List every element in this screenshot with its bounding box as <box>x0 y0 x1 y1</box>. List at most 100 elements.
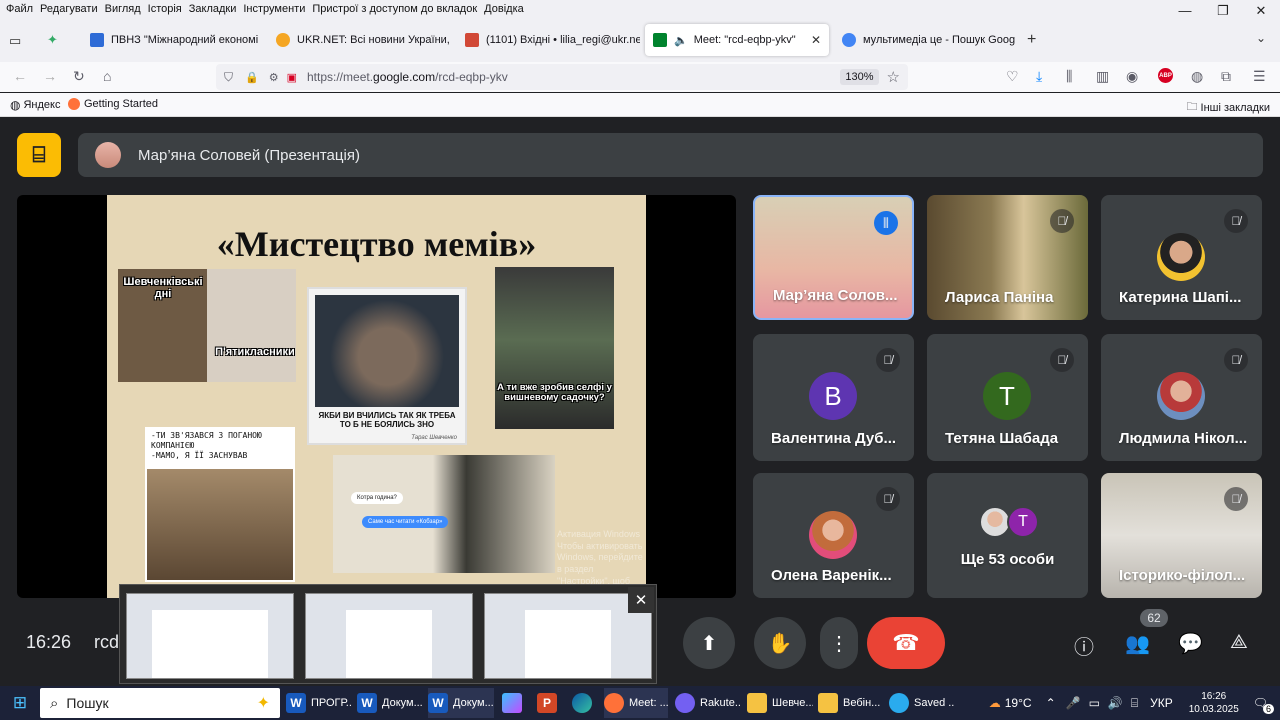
bookmark-yandex[interactable]: ◍ Яндекс <box>10 98 60 112</box>
participant-name: Валентина Дуб... <box>771 430 897 447</box>
firefox-icon <box>68 98 80 110</box>
network-icon[interactable]: ⌸ <box>1131 696 1138 711</box>
chevron-down-icon[interactable]: ⌄ <box>1256 31 1266 45</box>
more-options-button[interactable]: ⋮ <box>820 617 858 669</box>
taskbar-app-edge[interactable] <box>572 688 594 718</box>
mic-off-icon[interactable]: 🎙̸ <box>876 487 900 511</box>
window-preview[interactable] <box>305 593 473 679</box>
menu-history[interactable]: Історія <box>147 3 183 15</box>
battery-icon[interactable]: ▭ <box>1089 696 1100 710</box>
camera-sharing-icon[interactable]: ▣ <box>287 71 297 84</box>
language-indicator[interactable]: УКР <box>1150 696 1173 710</box>
permissions-icon[interactable]: ⚙ <box>269 71 279 84</box>
audio-playing-icon[interactable]: 🔈 <box>674 34 688 47</box>
tab-mail[interactable]: (1101) Вхідні • lilia_regi@ukr.ne ✕ <box>457 24 640 56</box>
meme-caption: -ТИ ЗВ'ЯЗАВСЯ З ПОГАНОЮ КОМПАНІЄЮ -МАМО,… <box>151 431 262 460</box>
window-preview[interactable] <box>484 593 652 679</box>
taskbar-app-firefox[interactable]: Meet: ... <box>604 688 668 718</box>
weather-temp[interactable]: 19°C <box>1005 696 1032 710</box>
download-icon[interactable]: ⤓ <box>1036 68 1042 85</box>
url-bar[interactable]: ⛉ 🔒 ⚙ ▣ https://meet.google.com/rcd-eqbp… <box>216 64 908 90</box>
zoom-level[interactable]: 130% <box>840 69 879 85</box>
participant-tile[interactable]: 🎙̸ Катерина Шапі... <box>1101 195 1262 320</box>
shield-icon[interactable]: ⛉ <box>224 70 233 85</box>
reload-icon[interactable]: ↻ <box>73 68 85 85</box>
adblock-icon[interactable]: ABP <box>1158 68 1173 83</box>
chat-icon[interactable]: 💬 <box>1178 631 1203 656</box>
chevron-up-icon[interactable]: ⌃ <box>1046 696 1056 710</box>
menu-synced-tabs[interactable]: Пристрої з доступом до вкладок <box>311 3 478 15</box>
list-all-tabs-icon[interactable]: ▭ <box>9 33 21 49</box>
participant-tile[interactable]: 🎙̸ Людмила Нікол... <box>1101 334 1262 461</box>
taskbar-app-word[interactable]: W ПРОГР... <box>286 688 352 718</box>
mic-off-icon[interactable]: 🎙̸ <box>1050 348 1074 372</box>
mic-off-icon[interactable]: 🎙̸ <box>1224 487 1248 511</box>
menu-bookmarks[interactable]: Закладки <box>188 3 238 15</box>
people-icon[interactable]: 👥 <box>1125 631 1150 656</box>
mic-off-icon[interactable]: 🎙̸ <box>1224 348 1248 372</box>
pinned-tab-icon[interactable]: ✦ <box>47 32 58 48</box>
participant-tile[interactable]: 🎙̸ Історико-філол... <box>1101 473 1262 598</box>
close-tab-icon[interactable]: ✕ <box>805 33 821 47</box>
window-preview[interactable] <box>126 593 294 679</box>
participant-tile-overflow[interactable]: T Ще 53 особи <box>927 473 1088 598</box>
forward-icon[interactable]: → <box>43 68 57 84</box>
taskbar-app-copilot[interactable] <box>502 688 524 718</box>
menu-edit[interactable]: Редагувати <box>39 3 99 15</box>
library-icon[interactable]: ⫼ <box>1066 68 1072 85</box>
volume-icon[interactable]: 🔊 <box>1108 696 1123 710</box>
weather-icon[interactable]: ☁ <box>989 696 1001 710</box>
close-tab-icon[interactable]: ✕ <box>258 33 262 47</box>
taskbar-app-folder[interactable]: Шевче... <box>747 688 813 718</box>
taskbar-app-word[interactable]: W Докум... <box>428 688 494 718</box>
menu-tools[interactable]: Інструменти <box>242 3 306 15</box>
layout-icon[interactable]: ⌸ <box>17 133 61 177</box>
tab-meet[interactable]: 🔈 Meet: "rcd-eqbp-ykv" ✕ <box>645 24 829 56</box>
extensions-icon[interactable]: ⧉ <box>1221 68 1231 85</box>
participant-tile[interactable]: 🎙̸ T Тетяна Шабада <box>927 334 1088 461</box>
hamburger-menu-icon[interactable]: ☰ <box>1253 68 1266 85</box>
tab-pvnz[interactable]: ПВНЗ "Міжнародний економі ✕ <box>82 24 262 56</box>
bookmark-getting-started[interactable]: Getting Started <box>68 98 158 110</box>
participant-tile[interactable]: 🎙̸ Лариса Паніна <box>927 195 1088 320</box>
mic-off-icon[interactable]: 🎙̸ <box>876 348 900 372</box>
star-icon[interactable]: ☆ <box>887 68 900 86</box>
tab-google-search[interactable]: мультимедіа це - Пошук Goog ✕ <box>834 24 1018 56</box>
activities-icon[interactable]: ⟁ <box>1230 631 1248 654</box>
sidebar-icon[interactable]: ▥ <box>1096 68 1109 85</box>
taskbar-app-powerpoint[interactable]: P <box>537 688 559 718</box>
menu-view[interactable]: Вигляд <box>104 3 142 15</box>
close-icon[interactable]: ✕ <box>628 587 654 613</box>
taskbar-app-word[interactable]: W Докум... <box>357 688 423 718</box>
tab-ukrnet[interactable]: UKR.NET: Всі новини України, ос ✕ <box>268 24 451 56</box>
pocket-icon[interactable]: ♡ <box>1006 68 1019 85</box>
raise-hand-button[interactable]: ✋ <box>754 617 806 669</box>
menu-help[interactable]: Довідка <box>483 3 525 15</box>
menu-file[interactable]: Файл <box>5 3 34 15</box>
info-icon[interactable]: ⓘ <box>1074 631 1094 660</box>
slide-title: «Мистецтво мемів» <box>216 224 537 264</box>
bookmark-other[interactable]: 🗀 Інші закладки <box>1187 98 1270 117</box>
present-screen-button[interactable]: ⬆ <box>683 617 735 669</box>
windows-start-icon[interactable]: ⊞ <box>0 686 40 720</box>
taskbar-search[interactable]: ⌕ Пошук ✦ <box>40 688 280 718</box>
taskbar-app-folder[interactable]: Вебін... <box>818 688 884 718</box>
taskbar-app-viber[interactable]: Rakute... <box>675 688 741 718</box>
microphone-icon[interactable]: 🎤 <box>1066 696 1081 710</box>
mic-off-icon[interactable]: 🎙̸ <box>1224 209 1248 233</box>
globe-icon[interactable]: ◍ <box>1191 68 1203 85</box>
lock-icon[interactable]: 🔒 <box>245 71 259 84</box>
close-tab-icon[interactable]: ✕ <box>1015 33 1018 47</box>
notification-icon[interactable]: 🗨 6 <box>1253 696 1274 714</box>
home-icon[interactable]: ⌂ <box>103 68 111 84</box>
back-icon[interactable]: ← <box>13 68 27 84</box>
account-icon[interactable]: ◉ <box>1126 68 1138 85</box>
new-tab-icon[interactable]: + <box>1027 31 1036 49</box>
mic-off-icon[interactable]: 🎙̸ <box>1050 209 1074 233</box>
taskbar-clock[interactable]: 16:26 10.03.2025 <box>1189 690 1239 716</box>
participant-tile[interactable]: 🎙̸ Олена Варенік... <box>753 473 914 598</box>
leave-call-button[interactable]: ☎ <box>867 617 945 669</box>
taskbar-app-telegram[interactable]: Saved ... <box>889 688 955 718</box>
participant-tile[interactable]: 🎙̸ B Валентина Дуб... <box>753 334 914 461</box>
participant-tile[interactable]: ⦀ Мар’яна Солов... <box>753 195 914 320</box>
